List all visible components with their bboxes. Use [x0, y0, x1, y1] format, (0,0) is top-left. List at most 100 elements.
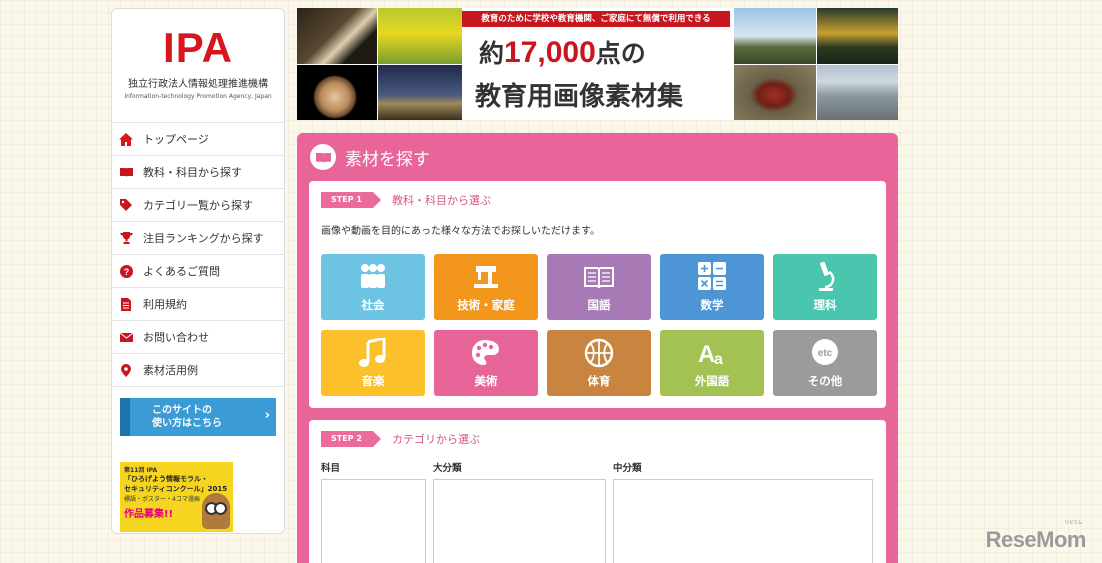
count-number: 17,000 — [504, 36, 596, 69]
subject-social-button[interactable]: 社会 — [321, 254, 425, 320]
document-icon — [119, 297, 133, 311]
logo-name-jp: 独立行政法人情報処理推進機構 — [128, 79, 268, 90]
microscope-icon — [773, 261, 877, 292]
contest-banner[interactable]: 第11回 IPA 「ひろげよう情報モラル・ セキュリティコンクール」2015 標… — [120, 462, 233, 532]
music-note-icon — [321, 336, 425, 368]
howto-banner[interactable]: このサイトの 使い方はこちら › — [120, 398, 276, 436]
step1-label: 教科・科目から選ぶ — [392, 194, 491, 207]
sidebar-item-faq[interactable]: ? よくあるご質問 — [112, 255, 284, 288]
svg-text:A: A — [698, 341, 715, 368]
sidebar-item-label: トップページ — [143, 133, 209, 146]
etc-icon: etc — [773, 338, 877, 368]
step1-panel: STEP 1 教科・科目から選ぶ 画像や動画を目的にあった様々な方法でお探しいた… — [309, 181, 886, 408]
sidebar-item-ranking[interactable]: 注目ランキングから探す — [112, 222, 284, 255]
howto-text: このサイトの 使い方はこちら — [152, 404, 222, 430]
sidebar-item-label: 利用規約 — [143, 298, 187, 311]
subject-label: 数学 — [700, 298, 724, 312]
subject-art-button[interactable]: 美術 — [434, 330, 538, 396]
count-prefix: 約 — [479, 39, 505, 68]
chevron-right-icon: › — [264, 408, 270, 423]
major-category-listbox[interactable] — [433, 479, 606, 563]
crayfish-photo — [734, 65, 816, 120]
resemom-watermark: ReseMom リセマム — [985, 520, 1087, 553]
step1-description: 画像や動画を目的にあった様々な方法でお探しいただけます。 — [321, 226, 600, 237]
subject-tech-home-button[interactable]: 技術・家庭 — [434, 254, 538, 320]
contest-line1: 第11回 IPA — [124, 467, 158, 474]
step1-header: STEP 1 教科・科目から選ぶ — [309, 181, 886, 208]
people-icon — [321, 262, 425, 292]
subject-label: その他 — [807, 374, 843, 388]
banner-tagline: 教育のために学校や教育機関、ご家庭にて無償で利用できる — [462, 11, 730, 27]
trophy-icon — [119, 231, 133, 245]
subject-label: 社会 — [361, 298, 385, 312]
sidebar-item-label: よくあるご質問 — [143, 265, 220, 278]
palette-icon — [434, 338, 538, 368]
subject-science-button[interactable]: 理科 — [773, 254, 877, 320]
owl-mascot-icon — [202, 493, 230, 529]
column-header-major: 大分類 — [433, 463, 462, 474]
subject-music-button[interactable]: 音楽 — [321, 330, 425, 396]
column-header-subject: 科目 — [321, 463, 341, 474]
banner-subtitle: 教育用画像素材集 — [475, 82, 684, 112]
sidebar-item-label: カテゴリ一覧から探す — [143, 199, 253, 212]
subject-label: 国語 — [587, 298, 611, 312]
step1-badge: STEP 1 — [321, 192, 381, 208]
search-section: 素材を探す STEP 1 教科・科目から選ぶ 画像や動画を目的にあった様々な方法… — [297, 133, 898, 563]
sidebar-item-subjects[interactable]: 教科・科目から探す — [112, 156, 284, 189]
subject-foreign-language-button[interactable]: Aa 外国語 — [660, 330, 764, 396]
etc-icon-text: etc — [818, 348, 833, 359]
count-suffix: 点の — [595, 39, 646, 68]
sidebar-item-label: 素材活用例 — [143, 364, 198, 377]
middle-category-listbox[interactable] — [613, 479, 873, 563]
step2-panel: STEP 2 カテゴリから選ぶ 科目 大分類 中分類 — [309, 420, 886, 563]
sidebar-item-categories[interactable]: カテゴリ一覧から探す — [112, 189, 284, 222]
watermark-small: リセマム — [1063, 520, 1083, 526]
subject-label: 体育 — [587, 374, 611, 388]
contest-line2: 「ひろげよう情報モラル・ — [124, 475, 208, 483]
svg-text:?: ? — [123, 267, 129, 277]
calculator-icon — [660, 262, 764, 292]
open-book-icon — [547, 262, 651, 292]
subject-grid: 社会 技術・家庭 国語 数学 理科 音楽 美術 体育 A a 外国語 etc そ… — [321, 254, 877, 396]
letters-icon: Aa — [660, 338, 764, 368]
temple-photo — [817, 8, 898, 64]
subject-label: 理科 — [813, 298, 837, 312]
watermark-text: ReseMom — [985, 527, 1087, 552]
hero-banner[interactable]: 教育のために学校や教育機関、ご家庭にて無償で利用できる 約17,000点の 教育… — [297, 8, 898, 120]
sidebar-item-contact[interactable]: お問い合わせ — [112, 321, 284, 354]
city-night-photo — [378, 65, 462, 120]
search-header: 素材を探す — [297, 133, 898, 181]
column-header-middle: 中分類 — [613, 463, 642, 474]
logo-name-en: Information-technology Promotion Agency,… — [124, 93, 272, 100]
subject-label: 外国語 — [694, 374, 730, 388]
subject-math-button[interactable]: 数学 — [660, 254, 764, 320]
book-icon — [119, 165, 133, 179]
subject-pe-button[interactable]: 体育 — [547, 330, 651, 396]
ball-icon — [547, 338, 651, 368]
svg-text:a: a — [714, 351, 723, 368]
sidebar-item-terms[interactable]: 利用規約 — [112, 288, 284, 321]
piano-photo — [297, 8, 377, 64]
subject-other-button[interactable]: etc その他 — [773, 330, 877, 396]
question-icon: ? — [119, 264, 133, 278]
pin-icon — [119, 363, 133, 377]
beginner-mark-icon — [120, 398, 130, 436]
subject-label: 音楽 — [361, 374, 385, 388]
mail-icon — [119, 330, 133, 344]
subject-japanese-button[interactable]: 国語 — [547, 254, 651, 320]
sewing-machine-icon — [434, 262, 538, 292]
tag-icon — [119, 198, 133, 212]
subject-listbox[interactable] — [321, 479, 426, 563]
sidebar-item-top-page[interactable]: トップページ — [112, 123, 284, 156]
step2-header: STEP 2 カテゴリから選ぶ — [309, 420, 886, 447]
sidebar-item-examples[interactable]: 素材活用例 — [112, 354, 284, 387]
sidebar-item-label: お問い合わせ — [143, 331, 209, 344]
site-logo[interactable]: IPA 独立行政法人情報処理推進機構 Information-technolog… — [112, 9, 284, 123]
home-icon — [119, 132, 133, 146]
search-title: 素材を探す — [345, 149, 430, 170]
sidebar-item-label: 教科・科目から探す — [143, 166, 242, 179]
step2-badge: STEP 2 — [321, 431, 381, 447]
jupiter-photo — [297, 65, 377, 120]
howto-line1: このサイトの — [152, 405, 212, 416]
flower-field-photo — [378, 8, 462, 64]
